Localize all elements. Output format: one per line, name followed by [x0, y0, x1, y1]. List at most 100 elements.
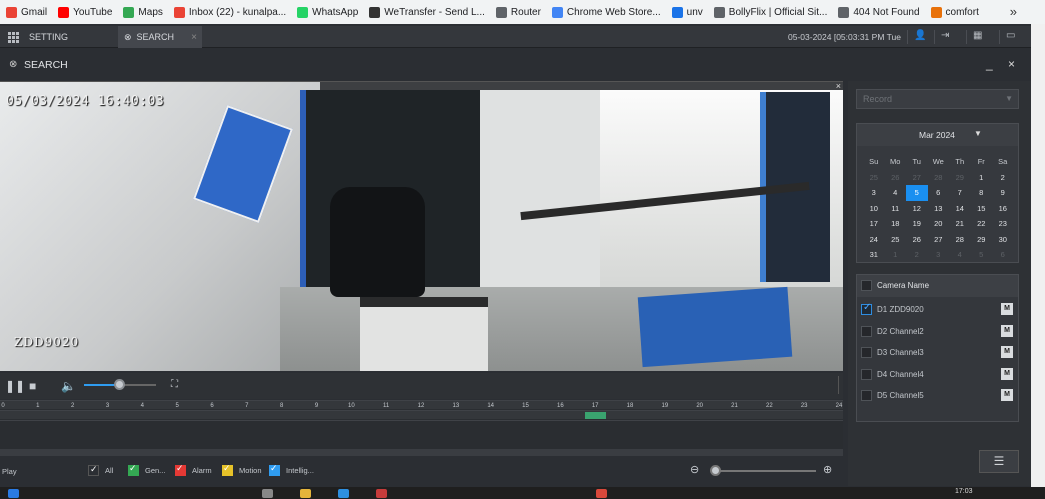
monitor-icon[interactable]: ▭ [999, 30, 1015, 44]
stop-icon[interactable]: ■ [29, 379, 36, 393]
calendar-day[interactable]: 1 [971, 170, 993, 186]
calendar-day[interactable]: 6 [992, 247, 1014, 263]
zoom-slider-handle[interactable] [710, 465, 721, 476]
camera-stream-badge[interactable]: M [1001, 389, 1013, 401]
timeline-track[interactable] [0, 410, 843, 419]
calendar-day[interactable]: 8 [971, 185, 993, 201]
camera-row[interactable]: D2 Channel2 M [857, 321, 1018, 342]
calendar-day[interactable]: 1 [885, 247, 907, 263]
calendar-day[interactable]: 13 [928, 201, 950, 217]
opera-icon[interactable] [376, 489, 387, 498]
calendar-day[interactable]: 2 [906, 247, 928, 263]
camera-row[interactable]: D4 Channel4 M [857, 364, 1018, 385]
calendar-day[interactable]: 17 [863, 216, 885, 232]
calendar-day[interactable]: 23 [992, 216, 1014, 232]
calendar-day[interactable]: 21 [949, 216, 971, 232]
calendar-day[interactable]: 15 [971, 201, 993, 217]
fullscreen-icon[interactable]: ⛶ [171, 379, 178, 390]
camera-checkbox[interactable] [861, 368, 872, 380]
filter-intellig[interactable]: Intellig... [269, 463, 314, 476]
timeline[interactable]: 0 1 2 3 4 5 6 7 8 9 10 11 12 13 14 15 16 17 18 19 20 21 22 23 24 [0, 400, 843, 450]
camera-stream-badge[interactable]: M [1001, 324, 1013, 337]
filter-motion[interactable]: Motion [222, 463, 262, 476]
bookmark-item[interactable]: WeTransfer - Send L... [369, 6, 485, 18]
camera-stream-badge[interactable]: M [1001, 303, 1013, 315]
start-icon[interactable] [8, 489, 19, 498]
camera-checkbox[interactable] [861, 390, 872, 401]
calendar-day[interactable]: 22 [971, 216, 993, 232]
store-icon[interactable] [338, 489, 349, 498]
calendar-day[interactable]: 24 [863, 232, 885, 248]
camera-stream-badge[interactable]: M [1001, 346, 1013, 358]
zoom-in-icon[interactable]: ⊕ [823, 463, 832, 476]
filter-checkbox[interactable] [222, 463, 233, 476]
taskview-icon[interactable] [262, 489, 273, 498]
camera-row[interactable]: D1 ZDD9020 M [857, 299, 1018, 320]
bookmark-item[interactable]: Chrome Web Store... [551, 6, 661, 18]
list-view-button[interactable]: ☰ [979, 450, 1019, 473]
calendar-day[interactable]: 29 [949, 170, 971, 186]
filter-all[interactable]: All [88, 464, 113, 476]
filter-checkbox[interactable] [175, 463, 186, 476]
calendar-day[interactable]: 27 [906, 170, 928, 186]
calendar-day[interactable]: 11 [885, 201, 907, 217]
window-controls[interactable]: _ × [986, 57, 1021, 71]
camera-checkbox[interactable] [861, 302, 872, 315]
calendar-day[interactable]: 6 [928, 185, 950, 201]
bookmark-item[interactable]: WhatsApp [297, 6, 358, 18]
calendar-month[interactable]: Mar 2024 [919, 130, 955, 140]
camera-stream-badge[interactable]: M [1001, 367, 1013, 380]
calendar-day[interactable]: 31 [863, 247, 885, 263]
calendar-day[interactable]: 10 [863, 201, 885, 217]
bookmark-item[interactable]: Inbox (22) - kunalpa... [173, 6, 286, 18]
calendar-day[interactable]: 3 [863, 185, 885, 201]
calendar-day[interactable]: 28 [928, 170, 950, 186]
zoom-out-icon[interactable]: ⊖ [690, 463, 699, 476]
bookmark-item[interactable]: 404 Not Found [838, 6, 920, 18]
user-icon[interactable]: 👤 [907, 30, 926, 44]
file-explorer-icon[interactable] [300, 489, 311, 498]
volume-slider-handle[interactable] [114, 379, 125, 390]
calendar-day[interactable]: 5 [971, 247, 993, 263]
video-playback-view[interactable]: 05/03/2024 16:40:03 ZDD9020 × [0, 81, 843, 371]
calendar-day[interactable]: 27 [928, 232, 950, 248]
record-type-select[interactable]: Record ▼ [856, 89, 1019, 109]
calendar-day[interactable]: 16 [992, 201, 1014, 217]
calendar-day[interactable]: 26 [906, 232, 928, 248]
filter-checkbox[interactable] [88, 464, 99, 476]
bookmark-item[interactable]: BollyFlix | Official Sit... [713, 6, 827, 18]
timeline-recording-segment[interactable] [584, 412, 606, 419]
calendar-day[interactable]: 26 [885, 170, 907, 186]
browser-scrollbar[interactable] [1031, 24, 1045, 487]
pause-icon[interactable]: ❚❚ [5, 379, 25, 393]
zoom-slider-track[interactable] [716, 470, 816, 472]
filter-gen[interactable]: Gen... [128, 463, 165, 476]
calendar-day[interactable]: 30 [992, 232, 1014, 248]
bookmarks-more-button[interactable]: » [1010, 4, 1017, 19]
calendar-day[interactable]: 29 [971, 232, 993, 248]
calendar-day[interactable]: 12 [906, 201, 928, 217]
tab-search[interactable]: ⊗ SEARCH × [118, 26, 202, 48]
calendar-day[interactable]: 4 [885, 185, 907, 201]
calendar-day[interactable]: 28 [949, 232, 971, 248]
calendar-day[interactable]: 25 [885, 232, 907, 248]
calendar-day[interactable]: 4 [949, 247, 971, 263]
logout-icon[interactable]: ⇥ [934, 30, 949, 44]
calendar-day[interactable]: 18 [885, 216, 907, 232]
layout-icon[interactable]: ▦ [966, 30, 982, 44]
chrome-icon[interactable] [596, 489, 607, 498]
calendar-month-dropdown-icon[interactable]: ▼ [974, 129, 982, 138]
bookmark-item[interactable]: Maps [123, 6, 163, 18]
calendar-day[interactable]: 25 [863, 170, 885, 186]
volume-icon[interactable]: 🔈 [61, 379, 76, 393]
calendar-day[interactable]: 7 [949, 185, 971, 201]
camera-checkbox[interactable] [861, 347, 872, 358]
timeline-scrollbar[interactable] [0, 449, 843, 456]
filter-checkbox[interactable] [128, 463, 139, 476]
calendar-day[interactable]: 19 [906, 216, 928, 232]
calendar-day[interactable]: 2 [992, 170, 1014, 186]
camera-row[interactable]: D5 Channel5 M [857, 385, 1018, 406]
calendar-day[interactable]: 20 [928, 216, 950, 232]
video-close-icon[interactable]: × [836, 82, 841, 91]
filter-alarm[interactable]: Alarm [175, 463, 212, 476]
